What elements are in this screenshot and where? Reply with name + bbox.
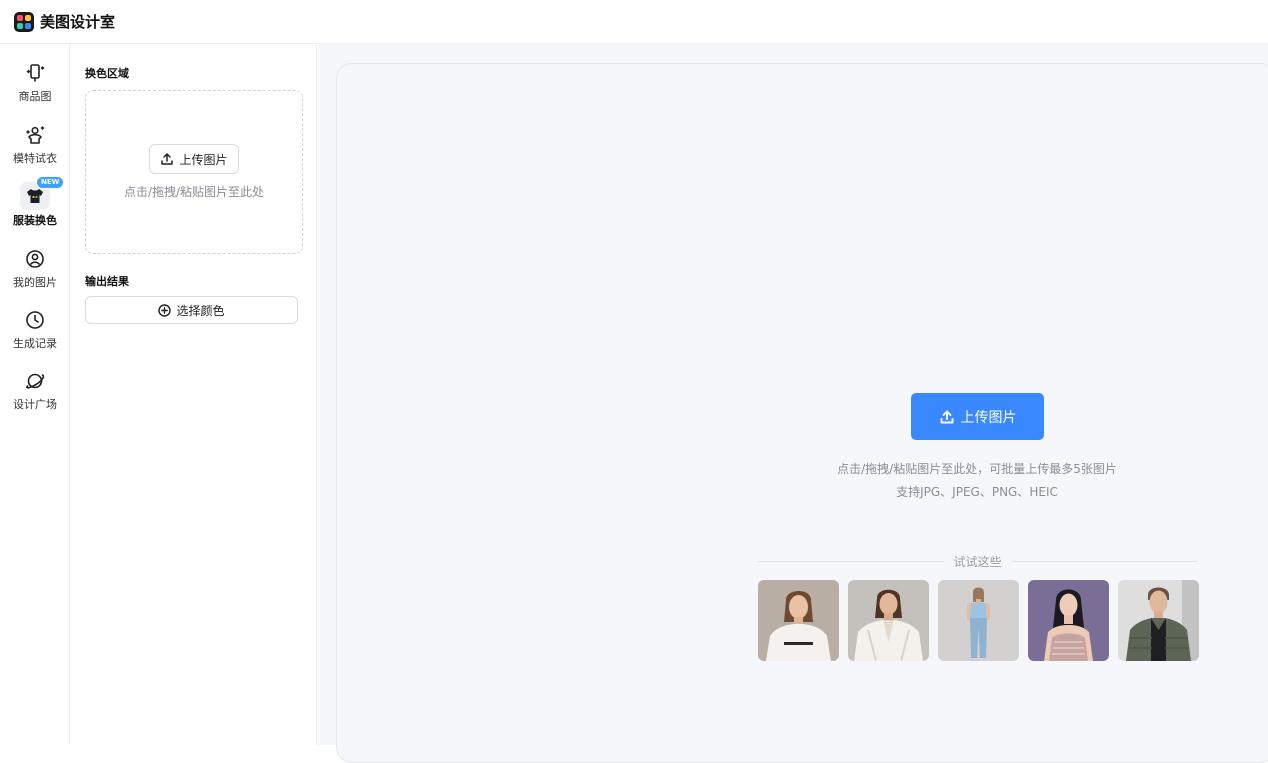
region-title: 换色区域 (85, 67, 129, 80)
model-blue-top-jeans-photo (938, 580, 1019, 661)
model-tryon-icon (22, 122, 48, 148)
example-thumbnails (758, 580, 1199, 661)
nav-label: 商品图 (18, 90, 52, 103)
tshirt-icon: NEW (20, 176, 65, 210)
nav-item-product[interactable]: 商品图 (0, 60, 70, 118)
panel-upload-label: 上传图片 (179, 152, 228, 167)
choose-color-label: 选择颜色 (176, 303, 225, 318)
try-these-label: 试试这些 (953, 554, 1002, 569)
example-thumb-1[interactable] (758, 580, 839, 661)
example-thumb-4[interactable] (1028, 580, 1109, 661)
nav-item-history[interactable]: 生成记录 (0, 307, 70, 365)
plus-circle-icon (158, 303, 172, 317)
nav-label: 生成记录 (13, 337, 57, 350)
example-thumb-5[interactable] (1118, 580, 1199, 661)
model-puffer-vest-photo (1118, 580, 1199, 661)
upload-hint: 点击/拖拽/粘贴图片至此处，可批量上传最多5张图片 (837, 462, 1117, 476)
upload-icon (161, 153, 174, 165)
left-nav-rail: 商品图 模特试衣 NEW 服装换色 我的图片 生成记录 设计广场 (0, 44, 70, 745)
nav-label: 服装换色 (13, 214, 57, 227)
try-these-divider: 试试这些 (758, 553, 1198, 569)
choose-color-button[interactable]: 选择颜色 (85, 296, 298, 324)
nav-item-model-tryon[interactable]: 模特试衣 (0, 122, 70, 180)
tool-panel: 换色区域 上传图片 点击/拖拽/粘贴图片至此处 输出结果 选择颜色 (71, 44, 317, 745)
drop-hint: 点击/拖拽/粘贴图片至此处 (123, 185, 265, 199)
nav-label: 我的图片 (13, 276, 57, 289)
main-upload-button[interactable]: 上传图片 (911, 393, 1044, 440)
model-lace-dress-photo (1028, 580, 1109, 661)
model-white-vest-photo (848, 580, 929, 661)
output-title: 输出结果 (85, 275, 129, 288)
nav-item-design-plaza[interactable]: 设计广场 (0, 368, 70, 426)
user-circle-icon (22, 246, 48, 272)
clock-icon (22, 307, 48, 333)
planet-icon (22, 368, 48, 394)
app-title[interactable]: 美图设计室 (40, 11, 115, 32)
nav-item-garment-recolor[interactable]: NEW 服装换色 (0, 176, 70, 240)
main-upload-label: 上传图片 (960, 409, 1017, 426)
format-hint: 支持JPG、JPEG、PNG、HEIC (896, 485, 1058, 499)
top-header: 美图设计室 (0, 0, 1268, 44)
example-thumb-3[interactable] (938, 580, 1019, 661)
nav-label: 设计广场 (13, 398, 57, 411)
app-logo-icon[interactable] (14, 11, 34, 32)
upload-icon (940, 410, 953, 423)
example-thumb-2[interactable] (848, 580, 929, 661)
region-dropzone[interactable]: 上传图片 点击/拖拽/粘贴图片至此处 (85, 90, 303, 254)
model-white-tee-photo (758, 580, 839, 661)
nav-label: 模特试衣 (13, 152, 57, 165)
product-phone-icon (22, 60, 48, 86)
nav-item-my-images[interactable]: 我的图片 (0, 246, 70, 304)
panel-upload-button[interactable]: 上传图片 (149, 144, 239, 174)
new-badge: NEW (36, 176, 65, 189)
